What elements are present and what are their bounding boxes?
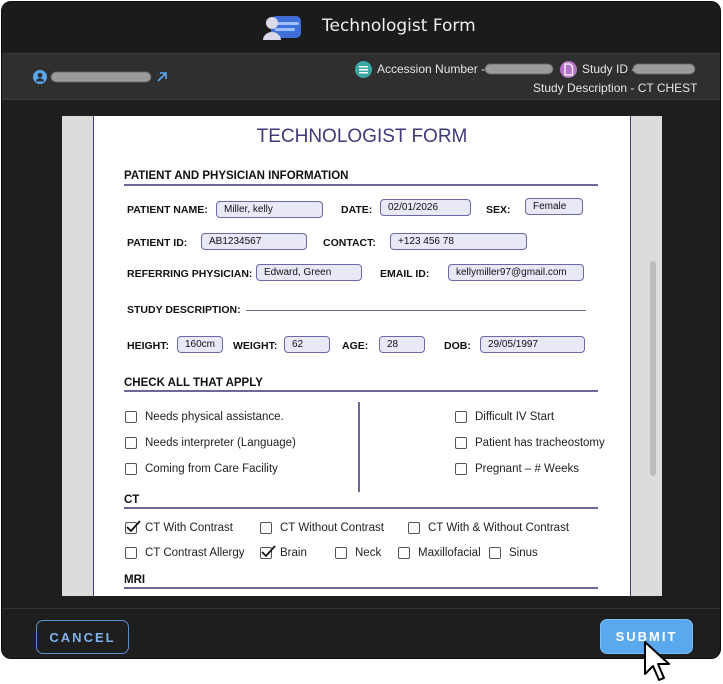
patient-name-field[interactable]: Miller, kelly xyxy=(216,201,323,218)
checkbox-option[interactable]: CT With Contrast xyxy=(125,520,233,534)
checkbox[interactable] xyxy=(125,437,137,449)
checkbox-label: Coming from Care Facility xyxy=(145,463,278,475)
patient-name-label: PATIENT NAME: xyxy=(127,204,208,216)
checkbox-option[interactable]: Brain xyxy=(260,545,307,559)
section-ct-heading: CT xyxy=(124,494,140,506)
checkbox-option[interactable]: Patient has tracheostomy xyxy=(455,437,605,449)
checkbox-option[interactable]: Coming from Care Facility xyxy=(125,463,278,475)
patient-info-bar: Accession Number - Study ID - Study Desc… xyxy=(2,53,720,100)
form-page: TECHNOLOGIST FORM PATIENT AND PHYSICIAN … xyxy=(93,116,631,596)
user-icon xyxy=(33,70,47,84)
title-bar: Technologist Form xyxy=(2,2,720,52)
checkbox[interactable] xyxy=(455,437,467,449)
document-scrollbar[interactable] xyxy=(650,261,656,476)
sex-field[interactable]: Female xyxy=(525,198,583,215)
height-field[interactable]: 160cm xyxy=(177,336,223,353)
checkbox[interactable] xyxy=(455,411,467,423)
checkbox-label: Pregnant – # Weeks xyxy=(475,463,579,475)
checkbox-option[interactable]: Maxillofacial xyxy=(398,547,481,559)
checkbox-label: Patient has tracheostomy xyxy=(475,437,605,449)
checkbox-label: Needs interpreter (Language) xyxy=(145,437,296,449)
checkbox-label: Sinus xyxy=(509,547,538,559)
checkbox-label: Maxillofacial xyxy=(418,547,481,559)
accession-icon xyxy=(355,61,372,78)
study-id-redacted xyxy=(633,64,695,74)
checkbox-label: CT With Contrast xyxy=(145,522,233,534)
patient-name-redacted xyxy=(51,72,151,82)
checkbox-checked[interactable] xyxy=(125,520,141,534)
patient-id-field[interactable]: AB1234567 xyxy=(201,233,307,250)
dob-field[interactable]: 29/05/1997 xyxy=(480,336,585,353)
contact-field[interactable]: +123 456 78 xyxy=(390,233,527,250)
referring-physician-field[interactable]: Edward, Green xyxy=(256,264,362,281)
checkbox-option[interactable]: Sinus xyxy=(489,547,538,559)
study-id-label: Study ID - xyxy=(582,62,636,76)
section-divider xyxy=(124,184,598,186)
cancel-button[interactable]: CANCEL xyxy=(36,620,129,654)
patient-id-label: PATIENT ID: xyxy=(127,237,188,249)
checkbox-option[interactable]: CT Contrast Allergy xyxy=(125,547,245,559)
age-label: AGE: xyxy=(342,340,369,352)
form-document-viewer[interactable]: TECHNOLOGIST FORM PATIENT AND PHYSICIAN … xyxy=(62,116,662,596)
section-check-heading: CHECK ALL THAT APPLY xyxy=(124,377,263,389)
checkbox-option[interactable]: Difficult IV Start xyxy=(455,411,554,423)
checkbox-option[interactable]: Pregnant – # Weeks xyxy=(455,463,579,475)
height-label: HEIGHT: xyxy=(127,340,169,352)
mouse-cursor-icon xyxy=(644,641,670,681)
section-divider xyxy=(124,507,598,509)
column-divider xyxy=(358,402,360,492)
study-description-label: STUDY DESCRIPTION: xyxy=(127,304,241,316)
study-description-line xyxy=(246,310,586,311)
checkbox-label: CT With & Without Contrast xyxy=(428,522,570,534)
contact-label: CONTACT: xyxy=(323,237,376,249)
checkbox[interactable] xyxy=(125,547,137,559)
checkbox-label: CT Contrast Allergy xyxy=(145,547,245,559)
age-field[interactable]: 28 xyxy=(379,336,425,353)
checkbox-label: Brain xyxy=(280,547,307,559)
checkbox-option[interactable]: Needs physical assistance. xyxy=(125,411,284,423)
window-title: Technologist Form xyxy=(322,16,476,36)
study-id-icon xyxy=(560,61,577,78)
checkbox[interactable] xyxy=(408,522,420,534)
footer-bar: CANCEL SUBMIT xyxy=(2,608,720,658)
checkbox-checked[interactable] xyxy=(260,545,276,559)
checkbox[interactable] xyxy=(335,547,347,559)
checkbox-label: Difficult IV Start xyxy=(475,411,555,423)
section-divider xyxy=(124,390,598,392)
checkbox-option[interactable]: CT Without Contrast xyxy=(260,522,384,534)
technologist-form-window: Technologist Form Accession Number - Stu… xyxy=(1,1,721,659)
dob-label: DOB: xyxy=(444,340,471,352)
checkbox[interactable] xyxy=(489,547,501,559)
study-description: Study Description - CT CHEST xyxy=(533,81,698,95)
form-title: TECHNOLOGIST FORM xyxy=(256,126,468,147)
checkbox[interactable] xyxy=(398,547,410,559)
date-field[interactable]: 02/01/2026 xyxy=(380,199,471,216)
checkbox-label: CT Without Contrast xyxy=(280,522,384,534)
referring-physician-label: REFERRING PHYSICIAN: xyxy=(127,268,253,280)
weight-label: WEIGHT: xyxy=(233,340,278,352)
email-label: EMAIL ID: xyxy=(380,268,430,280)
checkbox[interactable] xyxy=(125,411,137,423)
section-patient-heading: PATIENT AND PHYSICIAN INFORMATION xyxy=(124,170,349,182)
open-external-icon[interactable] xyxy=(155,70,169,84)
checkbox-option[interactable]: CT With & Without Contrast xyxy=(408,522,569,534)
section-mri-heading: MRI xyxy=(124,574,146,586)
checkbox-label: Neck xyxy=(355,547,382,559)
checkbox[interactable] xyxy=(455,463,467,475)
email-field[interactable]: kellymiller97@gmail.com xyxy=(448,264,584,281)
weight-field[interactable]: 62 xyxy=(284,336,330,353)
date-label: DATE: xyxy=(341,204,373,216)
checkbox-option[interactable]: Needs interpreter (Language) xyxy=(125,437,296,449)
checkbox-label: Needs physical assistance. xyxy=(145,411,284,423)
accession-number-redacted xyxy=(485,64,553,74)
checkbox[interactable] xyxy=(125,463,137,475)
sex-label: SEX: xyxy=(486,204,511,216)
accession-label: Accession Number - xyxy=(377,62,486,76)
checkbox[interactable] xyxy=(260,522,272,534)
form-app-icon xyxy=(263,16,301,40)
checkbox-option[interactable]: Neck xyxy=(335,547,381,559)
section-divider xyxy=(124,587,598,589)
